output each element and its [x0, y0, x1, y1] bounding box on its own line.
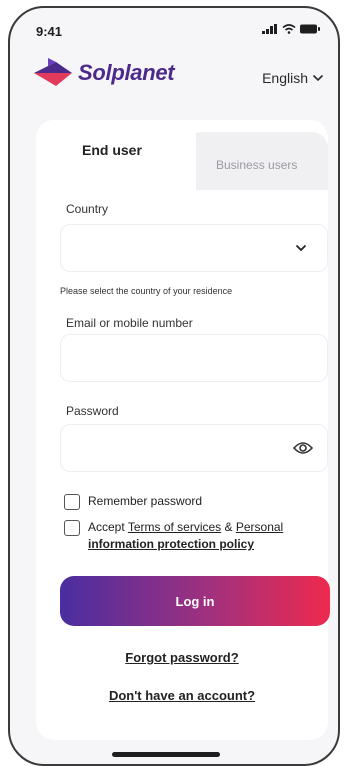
battery-icon	[300, 24, 320, 34]
home-indicator	[112, 752, 220, 757]
phone-frame: 9:41 Solplanet English Business users En…	[8, 6, 340, 766]
terms-link[interactable]: Terms of services	[128, 520, 221, 534]
login-card: Business users End user Country Please s…	[36, 120, 330, 740]
wifi-icon	[282, 24, 296, 34]
remember-label: Remember password	[88, 494, 203, 508]
tab-end-user-label: End user	[82, 142, 142, 158]
password-field[interactable]	[60, 424, 328, 472]
remember-checkbox[interactable]	[64, 494, 80, 510]
status-icons	[262, 24, 320, 34]
signal-icon	[262, 24, 277, 34]
country-label: Country	[66, 202, 109, 216]
status-time: 9:41	[36, 24, 63, 39]
logo: Solplanet	[34, 58, 175, 88]
accept-and: &	[221, 520, 236, 534]
password-label: Password	[66, 404, 119, 418]
accept-terms-checkbox[interactable]	[64, 520, 80, 536]
privacy-link-part2[interactable]: information protection policy	[88, 537, 254, 551]
language-label: English	[262, 70, 308, 86]
tab-business-label: Business users	[216, 158, 298, 172]
solplanet-logo-icon	[34, 58, 72, 86]
status-bar: 9:41	[10, 8, 338, 48]
eye-icon[interactable]	[293, 441, 313, 455]
login-button[interactable]: Log in	[60, 576, 330, 626]
email-label: Email or mobile number	[66, 316, 193, 330]
chevron-down-icon	[312, 74, 324, 82]
country-hint: Please select the country of your reside…	[60, 286, 233, 296]
language-selector[interactable]: English	[262, 70, 324, 86]
accept-prefix: Accept	[88, 520, 128, 534]
signup-link[interactable]: Don't have an account?	[36, 688, 328, 703]
country-select[interactable]	[60, 224, 328, 272]
forgot-password-link[interactable]: Forgot password?	[36, 650, 328, 665]
chevron-down-icon	[295, 244, 307, 252]
tab-end-user[interactable]: End user	[36, 120, 196, 190]
privacy-link-part1[interactable]: Personal	[236, 520, 283, 534]
accept-terms-text: Accept Terms of services & Personal infor…	[88, 519, 324, 553]
brand-row: Solplanet English	[10, 58, 338, 102]
brand-name: Solplanet	[78, 60, 175, 85]
tab-business-users[interactable]: Business users	[186, 132, 328, 190]
email-field[interactable]	[60, 334, 328, 382]
